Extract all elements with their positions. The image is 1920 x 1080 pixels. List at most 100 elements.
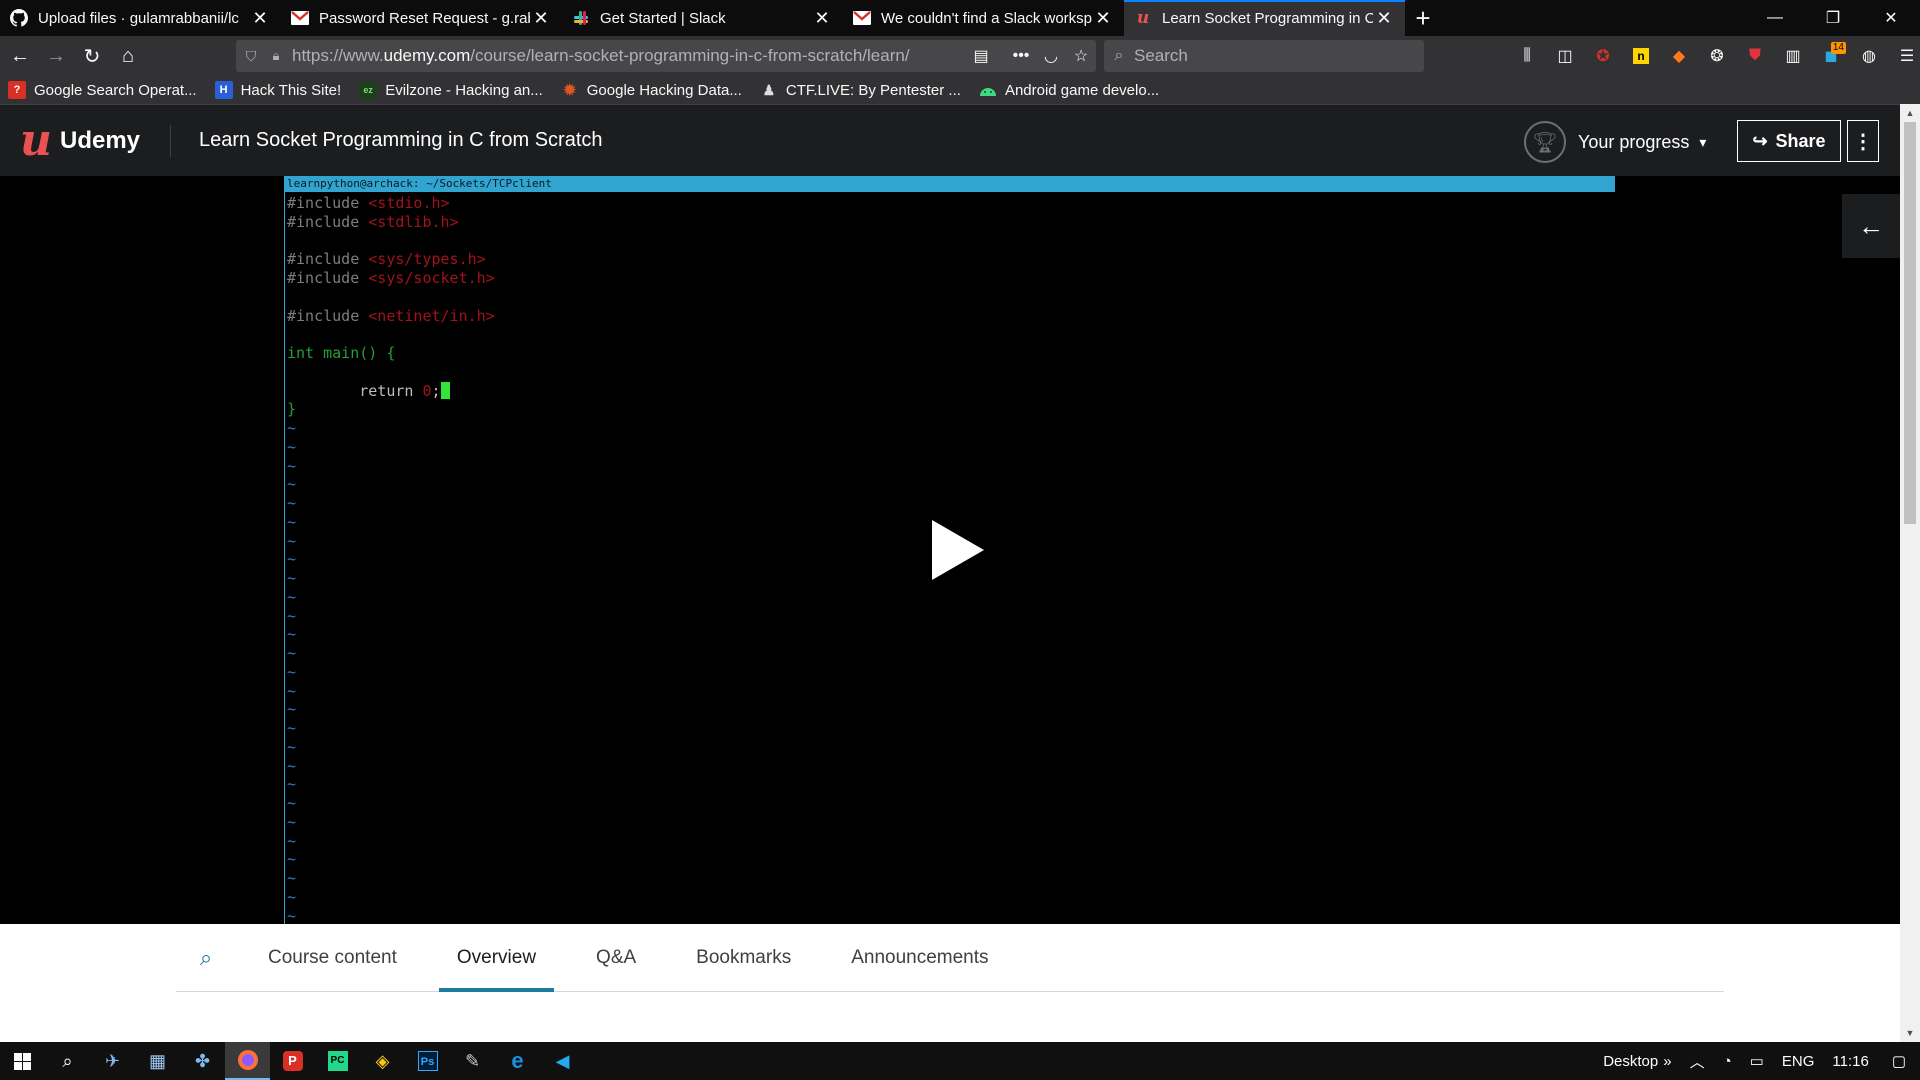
windows-start-icon[interactable] [0,1042,45,1080]
bookmark-item[interactable]: ez Evilzone - Hacking an... [359,81,543,99]
vscode-icon[interactable]: ◀ [540,1042,585,1080]
course-title[interactable]: Learn Socket Programming in C from Scrat… [199,129,603,152]
search-bar[interactable]: ⌕ Search [1104,40,1424,72]
udemy-logo[interactable]: u Udemy [20,114,140,166]
tab-qa[interactable]: Q&A [578,924,654,992]
battery-icon[interactable]: ▭ [1750,1052,1764,1070]
taskbar-app-icon[interactable]: ✈ [90,1042,135,1080]
extension-red-icon[interactable]: ✪ [1584,40,1622,72]
extension-blue-icon[interactable]: ◼ 14 [1812,40,1850,72]
menu-icon[interactable]: ☰ [1888,40,1920,72]
close-icon[interactable]: ✕ [1373,7,1395,29]
url-text[interactable]: https://www.udemy.com/course/learn-socke… [286,46,966,66]
bookmark-item[interactable]: ♟ CTF.LIVE: By Pentester ... [760,81,961,99]
bookmark-red-icon: ? [8,81,26,99]
text-cursor [440,381,450,399]
url-bar[interactable]: ⛉ 🔒︎ https://www.udemy.com/course/learn-… [236,40,1096,72]
tab-title: Learn Socket Programming in C [1162,9,1373,27]
lock-icon[interactable]: 🔒︎ [266,48,286,64]
forward-icon[interactable]: → [38,40,74,72]
taskbar-app-icon[interactable]: ✎ [450,1042,495,1080]
taskbar-app-icon[interactable]: ✤ [180,1042,225,1080]
reload-icon[interactable]: ↻ [74,40,110,72]
close-window-icon[interactable]: ✕ [1862,0,1920,36]
sidebar-icon[interactable]: ◫ [1546,40,1584,72]
page-actions-icon[interactable]: ••• [1006,47,1036,65]
trash-icon[interactable]: ▥ [1774,40,1812,72]
bookmark-item[interactable]: Android game develo... [979,81,1159,99]
scrollbar-thumb[interactable] [1904,122,1916,524]
close-icon[interactable]: ✕ [811,7,833,29]
taskbar-app-icon[interactable]: ◈ [360,1042,405,1080]
shield-extension-icon[interactable]: ⛊ [1736,40,1774,72]
search-placeholder: Search [1134,46,1188,65]
chevron-up-icon[interactable]: ︿ [1690,1051,1705,1072]
photoshop-icon[interactable]: Ps [405,1042,450,1080]
toolbar-icons: ⫼ ◫ ✪ n ◆ ❂ ⛊ ▥ ◼ 14 ◍ ☰ [1508,40,1920,72]
back-icon[interactable]: ← [2,40,38,72]
gmail-icon [291,9,309,27]
browser-tab[interactable]: Upload files · gulamrabbanii/lc ✕ [0,0,281,36]
close-icon[interactable]: ✕ [1092,7,1114,29]
home-icon[interactable]: ⌂ [110,40,146,72]
edge-icon[interactable]: e [495,1042,540,1080]
notifications-icon[interactable]: ▢ [1892,1052,1906,1070]
scroll-up-icon[interactable]: ▲ [1900,104,1920,122]
close-icon[interactable]: ✕ [249,7,271,29]
page-scrollbar[interactable]: ▲ ▼ [1900,104,1920,1042]
language-indicator[interactable]: ENG [1782,1053,1815,1070]
udemy-logo-icon: u [20,114,52,166]
expand-icon[interactable]: » [1663,1053,1671,1070]
browser-tab-active[interactable]: u Learn Socket Programming in C ✕ [1124,0,1405,36]
bookmark-star-icon[interactable]: ☆ [1066,46,1096,66]
tab-course-content[interactable]: Course content [250,924,415,992]
reader-view-icon[interactable]: ▤ [966,46,996,66]
bookmark-item[interactable]: ✹ Google Hacking Data... [561,81,741,100]
progress-dropdown[interactable]: 🏆︎ Your progress ▾ [1524,121,1706,163]
wifi-icon[interactable]: ◔ [1723,1053,1732,1070]
pocket-icon[interactable]: ◡ [1036,46,1066,66]
course-tabs: ⌕ Course content Overview Q&A Bookmarks … [176,924,1724,992]
hts-icon: H [214,81,233,99]
taskbar-app-icon[interactable]: P [270,1042,315,1080]
tab-bookmarks[interactable]: Bookmarks [678,924,809,992]
browser-tab[interactable]: We couldn't find a Slack worksp ✕ [843,0,1124,36]
cookie-icon[interactable]: ❂ [1698,40,1736,72]
more-options-button[interactable]: ⋮ [1847,120,1879,162]
browser-tab-strip: Upload files · gulamrabbanii/lc ✕ Passwo… [0,0,1920,36]
firefox-taskbar-icon[interactable] [225,1042,270,1080]
clock[interactable]: 11:16 [1832,1053,1868,1070]
search-icon[interactable]: ⌕ [45,1042,90,1080]
progress-label: Your progress [1578,131,1690,152]
scroll-down-icon[interactable]: ▼ [1900,1024,1920,1042]
bookmark-item[interactable]: H Hack This Site! [214,81,341,99]
header-divider [170,124,172,157]
android-icon [979,81,997,99]
tracking-protection-icon[interactable]: ⛉ [236,48,266,65]
desktop-toolbar-label[interactable]: Desktop [1603,1053,1658,1070]
trophy-icon: 🏆︎ [1524,121,1566,163]
terminal-title: learnpython@archack: ~/Sockets/TCPclient [285,176,1615,192]
browser-tab[interactable]: Get Started | Slack ✕ [562,0,843,36]
browser-tab[interactable]: Password Reset Request - g.rab ✕ [281,0,562,36]
minimize-icon[interactable]: — [1746,0,1804,36]
tab-announcements[interactable]: Announcements [833,924,1006,992]
tab-overview[interactable]: Overview [438,924,555,992]
search-icon[interactable]: ⌕ [176,924,236,992]
share-button[interactable]: ↪ Share [1737,120,1841,162]
expand-sidebar-button[interactable]: ← [1842,194,1900,258]
taskbar-app-icon[interactable]: ▦ [135,1042,180,1080]
github-icon [10,9,28,27]
extension-orange-icon[interactable]: ◆ [1660,40,1698,72]
new-tab-button[interactable]: + [1405,0,1441,36]
pycharm-icon[interactable]: PC [315,1042,360,1080]
video-player[interactable]: learnpython@archack: ~/Sockets/TCPclient… [0,176,1900,925]
play-icon[interactable] [932,520,984,580]
restore-icon[interactable]: ❐ [1804,0,1862,36]
extension-yellow-icon[interactable]: n [1622,40,1660,72]
close-icon[interactable]: ✕ [530,7,552,29]
library-icon[interactable]: ⫼ [1508,40,1546,72]
bookmark-item[interactable]: ? Google Search Operat... [8,81,197,99]
navigation-bar: ← → ↻ ⌂ ⛉ 🔒︎ https://www.udemy.com/cours… [0,36,1920,76]
globe-icon[interactable]: ◍ [1850,40,1888,72]
